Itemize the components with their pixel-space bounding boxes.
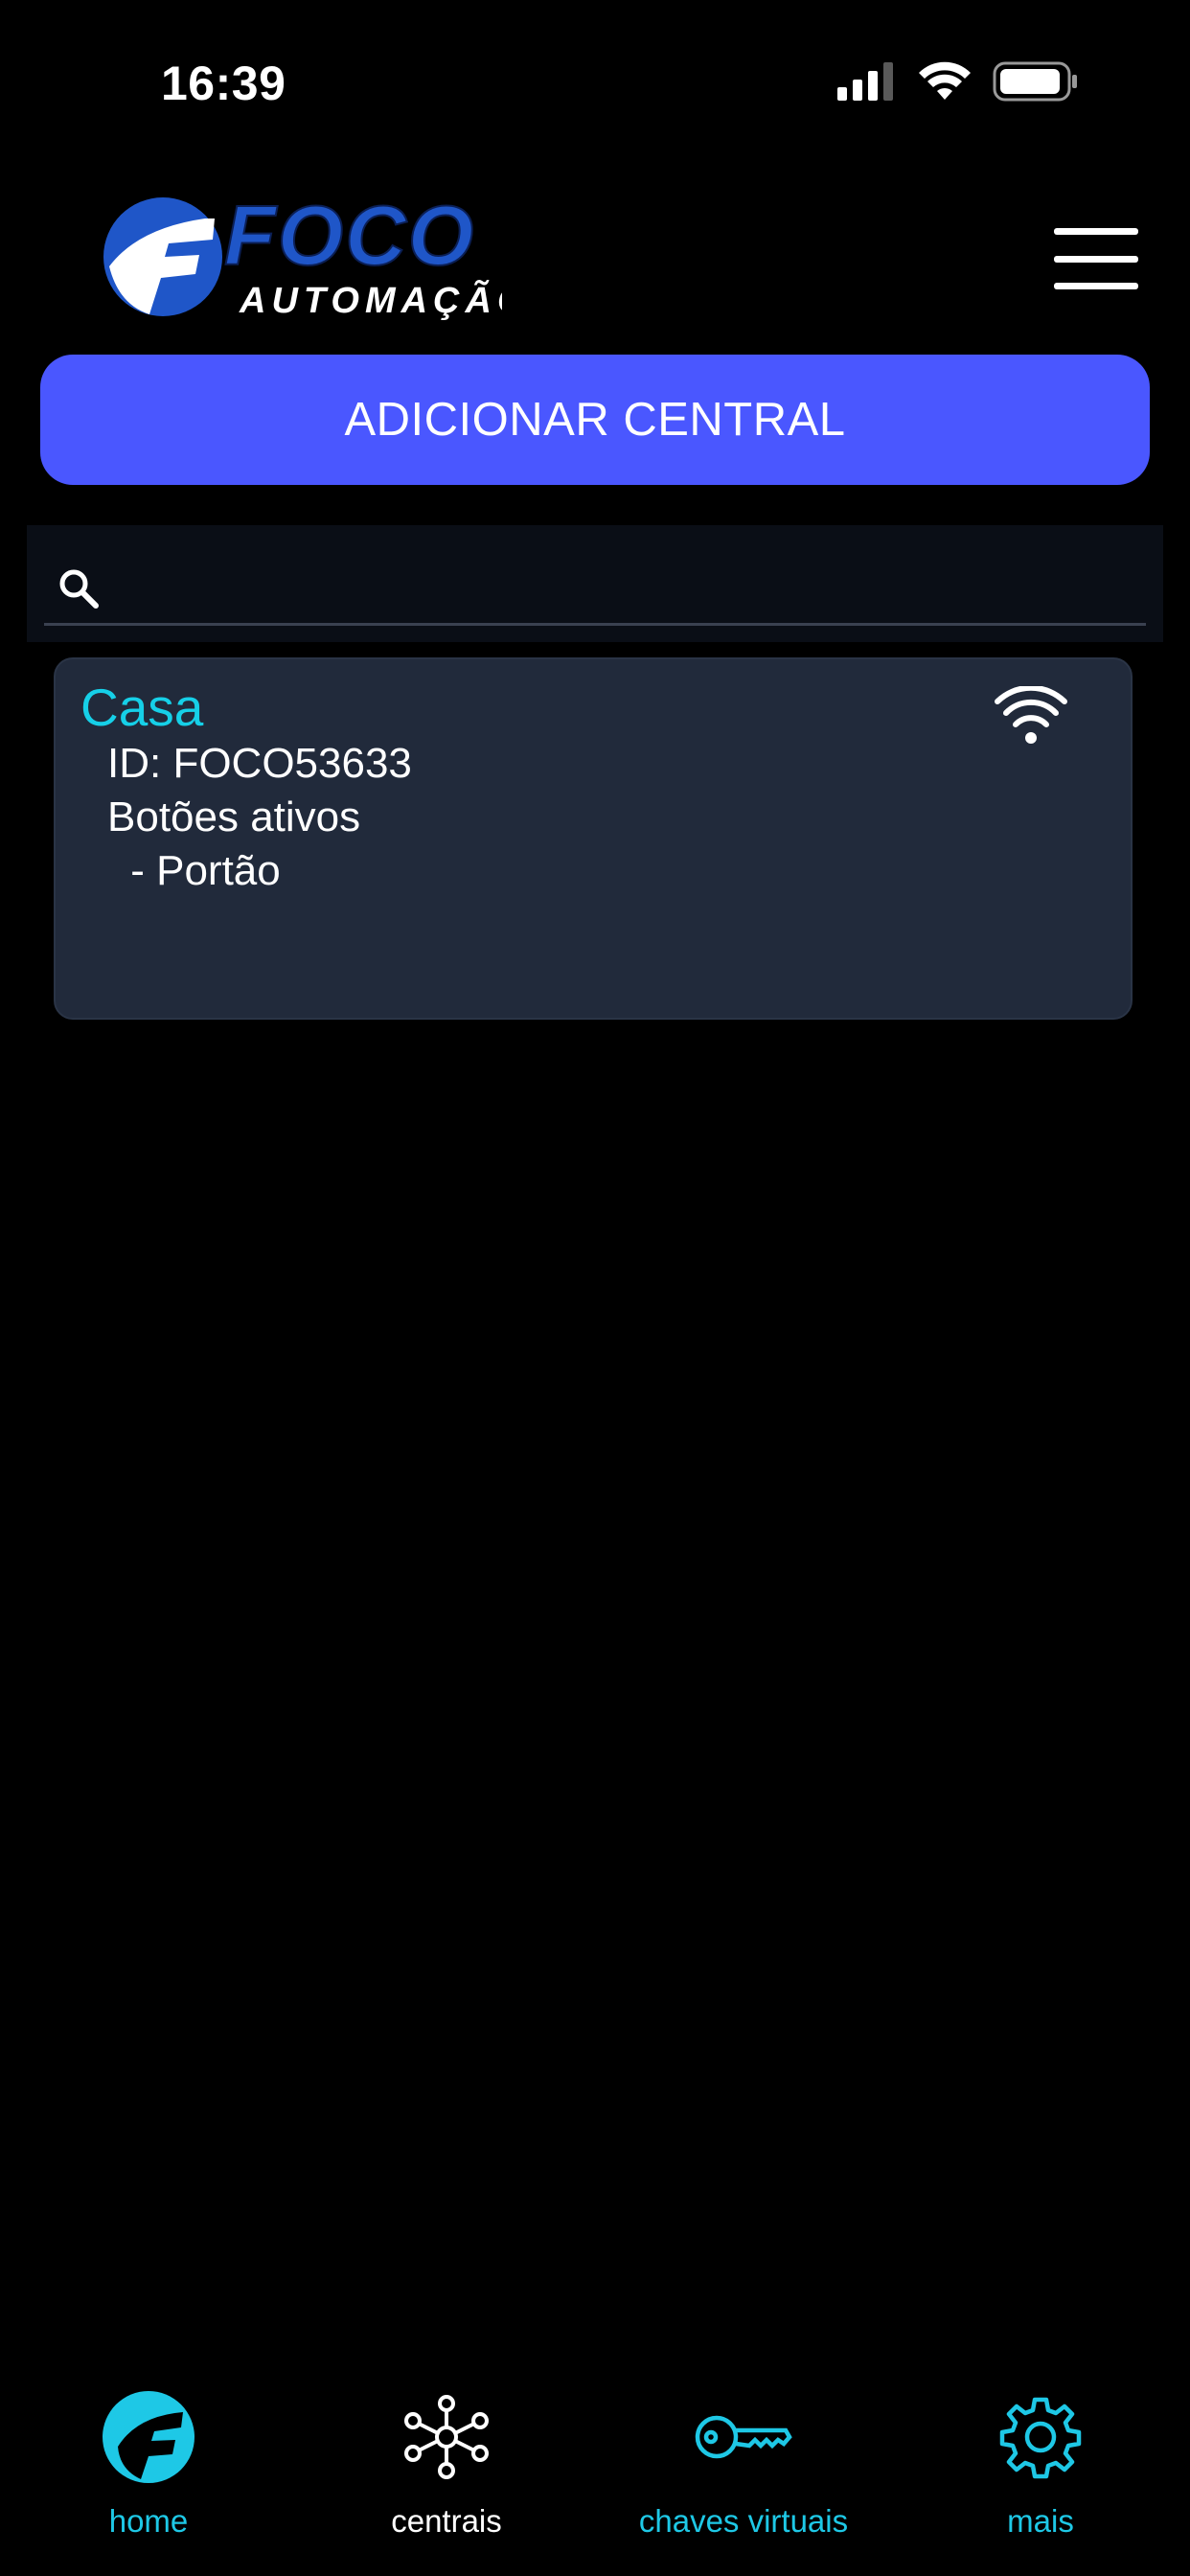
nav-centrais-label: centrais	[391, 2503, 502, 2539]
active-buttons-heading: Botões ativos	[107, 794, 361, 840]
central-id: ID: FOCO53633	[107, 740, 412, 787]
hamburger-menu-icon[interactable]	[1054, 228, 1138, 289]
cellular-signal-icon	[837, 62, 893, 101]
logo-wordmark: FOCO	[224, 190, 475, 283]
nav-chaves-virtuais-label: chaves virtuais	[638, 2503, 849, 2539]
search-icon	[57, 567, 100, 610]
nav-chaves-virtuais[interactable]: chaves virtuais	[600, 2384, 887, 2547]
active-button-item: - Portão	[119, 847, 281, 894]
wifi-status-icon	[919, 61, 971, 100]
wifi-icon	[995, 684, 1067, 746]
nav-home-label: home	[108, 2503, 189, 2539]
add-central-button[interactable]: ADICIONAR CENTRAL	[40, 355, 1150, 485]
status-time: 16:39	[161, 57, 286, 110]
key-icon	[691, 2384, 796, 2490]
network-hub-icon	[394, 2384, 499, 2490]
nav-centrais[interactable]: centrais	[303, 2384, 590, 2547]
foco-f-icon	[96, 2384, 201, 2490]
gear-icon	[988, 2384, 1093, 2490]
central-name: Casa	[80, 678, 204, 737]
battery-icon	[993, 61, 1077, 102]
foco-automacao-logo: FOCO AUTOMAÇÃO	[100, 187, 526, 324]
nav-mais[interactable]: mais	[897, 2384, 1184, 2547]
nav-home[interactable]: home	[5, 2384, 292, 2547]
search-input[interactable]	[115, 550, 1134, 625]
status-icons	[837, 61, 1079, 102]
nav-mais-label: mais	[1007, 2503, 1074, 2539]
logo-subtext: AUTOMAÇÃO	[239, 279, 502, 321]
